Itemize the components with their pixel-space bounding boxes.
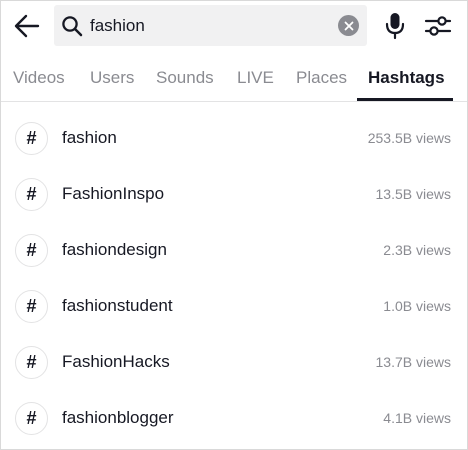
hashtag-row[interactable]: # fashiondesign 2.3B views	[1, 223, 467, 279]
active-tab-indicator	[357, 98, 453, 101]
search-bar[interactable]	[54, 5, 367, 46]
tab-sounds[interactable]: Sounds	[156, 68, 214, 88]
tab-videos[interactable]: Videos	[13, 68, 65, 88]
hashtag-icon: #	[15, 178, 48, 211]
hashtag-name: FashionHacks	[62, 352, 170, 371]
sliders-icon	[424, 16, 452, 36]
hashtag-row[interactable]: # fashion 253.5B views	[1, 111, 467, 167]
search-header	[1, 1, 467, 51]
microphone-icon	[385, 13, 405, 40]
hashtag-name: fashiondesign	[62, 240, 167, 259]
hashtag-row[interactable]: # fashionblogger 4.1B views	[1, 391, 467, 447]
arrow-left-icon	[14, 14, 40, 38]
search-input[interactable]	[90, 5, 330, 46]
hashtag-name: fashionblogger	[62, 408, 174, 427]
filter-button[interactable]	[422, 10, 454, 42]
hashtag-views: 1.0B views	[383, 298, 451, 314]
hashtag-views: 13.5B views	[375, 186, 451, 202]
hashtag-icon: #	[15, 290, 48, 323]
close-icon	[344, 21, 353, 30]
hashtag-icon: #	[15, 346, 48, 379]
hashtag-views: 2.3B views	[383, 242, 451, 258]
hashtag-views: 253.5B views	[367, 130, 451, 146]
hashtag-name: fashionstudent	[62, 296, 173, 315]
back-button[interactable]	[11, 10, 43, 42]
hashtag-row[interactable]: # FashionInspo 13.5B views	[1, 167, 467, 223]
hashtag-icon: #	[15, 234, 48, 267]
hashtag-name: FashionInspo	[62, 184, 165, 203]
hashtag-views: 13.7B views	[375, 354, 451, 370]
hashtag-row[interactable]: # FashionHacks 13.7B views	[1, 335, 467, 391]
hashtag-icon: #	[15, 122, 48, 155]
search-results-screen: Videos Users Sounds LIVE Places Hashtags…	[0, 0, 468, 450]
tab-places[interactable]: Places	[296, 68, 347, 88]
hashtag-icon: #	[15, 402, 48, 435]
tab-live[interactable]: LIVE	[237, 68, 274, 88]
tab-hashtags[interactable]: Hashtags	[368, 68, 445, 88]
voice-search-button[interactable]	[381, 10, 409, 42]
tab-users[interactable]: Users	[90, 68, 134, 88]
hashtag-name: fashion	[62, 128, 117, 147]
hashtag-row[interactable]: # fashionstudent 1.0B views	[1, 279, 467, 335]
hashtag-views: 4.1B views	[383, 410, 451, 426]
search-icon	[62, 16, 83, 37]
clear-search-button[interactable]	[338, 15, 359, 36]
search-tabs: Videos Users Sounds LIVE Places Hashtags	[1, 55, 467, 102]
